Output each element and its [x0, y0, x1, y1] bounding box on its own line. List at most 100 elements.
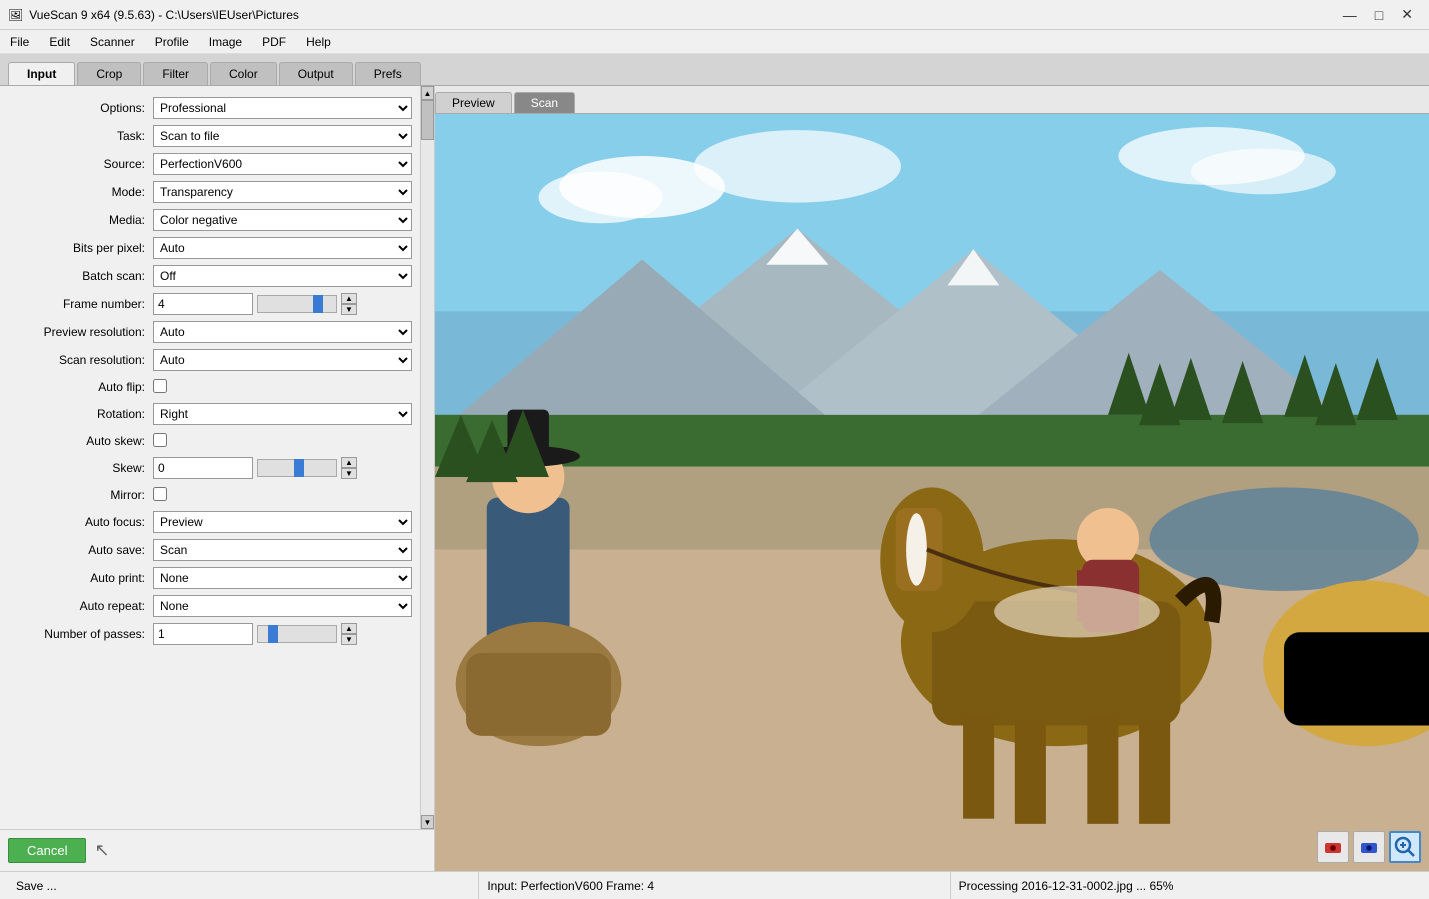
scan-res-row: Scan resolution: Auto — [0, 346, 420, 374]
rotation-row: Rotation: Right Left None 180 — [0, 400, 420, 428]
scroll-thumb[interactable] — [421, 100, 434, 140]
scroll-thumb-area — [421, 100, 434, 815]
skew-label: Skew: — [8, 461, 153, 475]
frame-row: Frame number: ▲ ▼ — [0, 290, 420, 318]
menu-edit[interactable]: Edit — [39, 30, 80, 53]
skew-spin-up[interactable]: ▲ — [341, 457, 357, 468]
frame-slider-thumb[interactable] — [313, 295, 323, 313]
auto-repeat-select[interactable]: None Always — [153, 595, 412, 617]
scan-res-control: Auto — [153, 349, 412, 371]
status-middle: Input: PerfectionV600 Frame: 4 — [479, 872, 950, 899]
auto-save-row: Auto save: Scan None — [0, 536, 420, 564]
tab-output[interactable]: Output — [279, 62, 353, 85]
task-select[interactable]: Scan to file Scan to email — [153, 125, 412, 147]
window-title: VueScan 9 x64 (9.5.63) - C:\Users\IEUser… — [29, 8, 299, 22]
maximize-button[interactable]: □ — [1367, 4, 1391, 25]
media-select[interactable]: Color negative Positive — [153, 209, 412, 231]
mirror-label: Mirror: — [8, 488, 153, 502]
skew-slider-thumb[interactable] — [294, 459, 304, 477]
mode-label: Mode: — [8, 185, 153, 199]
preview-tabs: Preview Scan — [435, 86, 1429, 114]
menu-profile[interactable]: Profile — [145, 30, 199, 53]
form-container: Options: Professional Basic Task: Scan t… — [0, 86, 434, 829]
tab-color[interactable]: Color — [210, 62, 277, 85]
zoom-in-icon[interactable] — [1389, 831, 1421, 863]
mode-row: Mode: Transparency Reflective — [0, 178, 420, 206]
auto-skew-control — [153, 433, 412, 450]
passes-spin-down[interactable]: ▼ — [341, 634, 357, 645]
menu-help[interactable]: Help — [296, 30, 341, 53]
skew-spin-down[interactable]: ▼ — [341, 468, 357, 479]
scan-res-label: Scan resolution: — [8, 353, 153, 367]
status-processing: Processing 2016-12-31-0002.jpg ... 65% — [959, 879, 1174, 893]
statusbar: Save ... Input: PerfectionV600 Frame: 4 … — [0, 871, 1429, 899]
mirror-checkbox[interactable] — [153, 487, 167, 501]
scroll-down-arrow[interactable]: ▼ — [421, 815, 434, 829]
right-container: Preview Scan — [435, 86, 1429, 871]
frame-spin-up[interactable]: ▲ — [341, 293, 357, 304]
skew-slider-track[interactable] — [257, 459, 337, 477]
red-eye-tool-icon[interactable] — [1317, 831, 1349, 863]
skew-input[interactable] — [153, 457, 253, 479]
auto-focus-row: Auto focus: Preview None Scan — [0, 508, 420, 536]
frame-label: Frame number: — [8, 297, 153, 311]
passes-input[interactable] — [153, 623, 253, 645]
auto-focus-select[interactable]: Preview None Scan — [153, 511, 412, 533]
status-input: Input: PerfectionV600 Frame: 4 — [487, 879, 654, 893]
close-button[interactable]: ✕ — [1393, 4, 1421, 25]
preview-tab-scan[interactable]: Scan — [514, 92, 575, 113]
cancel-button[interactable]: Cancel — [8, 838, 86, 863]
status-save: Save ... — [16, 879, 57, 893]
passes-slider-thumb[interactable] — [268, 625, 278, 643]
preview-res-select[interactable]: Auto — [153, 321, 412, 343]
color-picker-icon[interactable] — [1353, 831, 1385, 863]
minimize-button[interactable]: — — [1335, 4, 1365, 25]
auto-skew-checkbox[interactable] — [153, 433, 167, 447]
passes-spin-buttons: ▲ ▼ — [341, 623, 357, 645]
frame-spin-down[interactable]: ▼ — [341, 304, 357, 315]
options-control: Professional Basic — [153, 97, 412, 119]
menu-file[interactable]: File — [0, 30, 39, 53]
bits-control: Auto 8 bit 16 bit — [153, 237, 412, 259]
passes-spin-up[interactable]: ▲ — [341, 623, 357, 634]
menu-scanner[interactable]: Scanner — [80, 30, 145, 53]
auto-save-label: Auto save: — [8, 543, 153, 557]
options-select[interactable]: Professional Basic — [153, 97, 412, 119]
menu-image[interactable]: Image — [199, 30, 252, 53]
source-select[interactable]: PerfectionV600 — [153, 153, 412, 175]
bits-row: Bits per pixel: Auto 8 bit 16 bit — [0, 234, 420, 262]
rotation-select[interactable]: Right Left None 180 — [153, 403, 412, 425]
preview-res-row: Preview resolution: Auto — [0, 318, 420, 346]
tab-filter[interactable]: Filter — [143, 62, 208, 85]
frame-input[interactable] — [153, 293, 253, 315]
skew-slider-group: ▲ ▼ — [153, 457, 412, 479]
passes-slider-track[interactable] — [257, 625, 337, 643]
tab-input[interactable]: Input — [8, 62, 75, 85]
main-content: Options: Professional Basic Task: Scan t… — [0, 86, 1429, 871]
scan-res-select[interactable]: Auto — [153, 349, 412, 371]
auto-flip-checkbox[interactable] — [153, 379, 167, 393]
options-row: Options: Professional Basic — [0, 94, 420, 122]
mode-select[interactable]: Transparency Reflective — [153, 181, 412, 203]
passes-row: Number of passes: ▲ ▼ — [0, 620, 420, 648]
auto-save-control: Scan None — [153, 539, 412, 561]
preview-res-control: Auto — [153, 321, 412, 343]
tab-prefs[interactable]: Prefs — [355, 62, 421, 85]
bits-select[interactable]: Auto 8 bit 16 bit — [153, 237, 412, 259]
form-scroll[interactable]: Options: Professional Basic Task: Scan t… — [0, 86, 420, 829]
auto-print-select[interactable]: None Always — [153, 567, 412, 589]
left-scrollbar[interactable]: ▲ ▼ — [420, 86, 434, 829]
auto-print-label: Auto print: — [8, 571, 153, 585]
batch-select[interactable]: Off On — [153, 265, 412, 287]
auto-focus-control: Preview None Scan — [153, 511, 412, 533]
auto-skew-label: Auto skew: — [8, 434, 153, 448]
preview-tab-preview[interactable]: Preview — [435, 92, 512, 113]
auto-print-control: None Always — [153, 567, 412, 589]
menu-pdf[interactable]: PDF — [252, 30, 296, 53]
frame-slider-track[interactable] — [257, 295, 337, 313]
scroll-up-arrow[interactable]: ▲ — [421, 86, 434, 100]
tab-crop[interactable]: Crop — [77, 62, 141, 85]
source-row: Source: PerfectionV600 — [0, 150, 420, 178]
auto-save-select[interactable]: Scan None — [153, 539, 412, 561]
status-right: Processing 2016-12-31-0002.jpg ... 65% — [951, 872, 1421, 899]
